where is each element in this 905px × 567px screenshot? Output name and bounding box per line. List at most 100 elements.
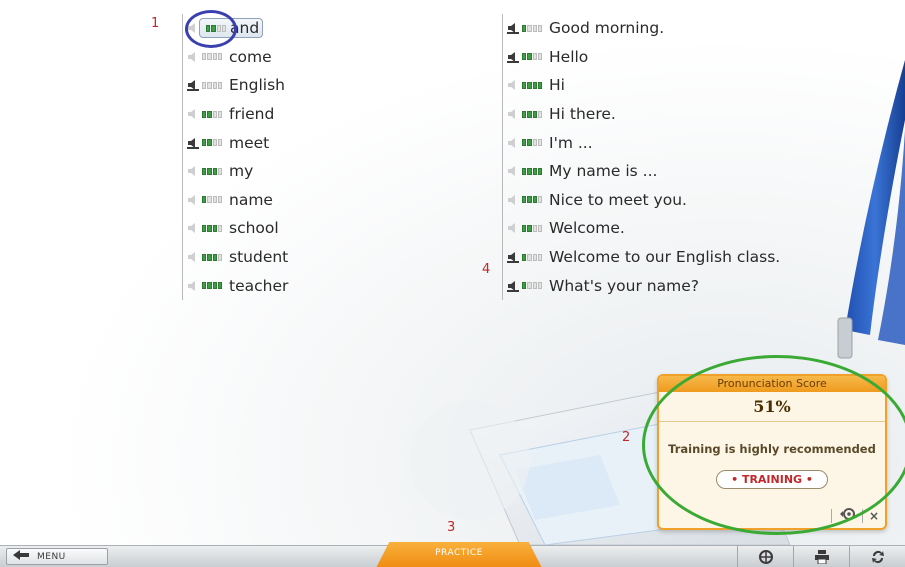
speaker-icon[interactable] — [507, 79, 519, 91]
speaker-icon[interactable] — [187, 79, 199, 92]
speaker-icon[interactable] — [507, 51, 519, 63]
level-meter-icon — [202, 253, 222, 261]
level-bar — [537, 196, 542, 204]
close-icon[interactable]: × — [869, 509, 879, 523]
speaker-icon[interactable] — [187, 194, 199, 206]
word-text[interactable]: meet — [229, 134, 269, 152]
phrase-row[interactable]: What's your name? — [507, 271, 780, 300]
speaker-icon[interactable] — [187, 165, 199, 177]
phrase-text[interactable]: Nice to meet you. — [549, 191, 687, 209]
level-bar — [522, 167, 527, 175]
word-text[interactable]: school — [229, 219, 279, 237]
level-bar — [207, 110, 212, 118]
word-text[interactable]: student — [229, 248, 288, 266]
speaker-icon[interactable] — [187, 51, 199, 63]
practice-tab[interactable]: PRACTICE — [376, 542, 542, 567]
word-text[interactable]: my — [229, 162, 253, 180]
level-bar — [537, 81, 542, 89]
level-bar — [537, 224, 542, 232]
phrase-text[interactable]: Hello — [549, 48, 588, 66]
speaker-icon[interactable] — [507, 165, 519, 177]
speaker-icon[interactable] — [507, 222, 519, 234]
phrase-text[interactable]: What's your name? — [549, 277, 699, 295]
word-row[interactable]: school — [187, 214, 288, 243]
speaker-icon[interactable] — [187, 108, 199, 120]
word-text[interactable]: English — [229, 76, 285, 94]
speaker-icon[interactable] — [187, 137, 199, 149]
speaker-icon[interactable] — [507, 251, 519, 264]
print-button[interactable] — [793, 546, 849, 567]
level-bar — [202, 167, 207, 175]
speaker-icon[interactable] — [507, 22, 519, 35]
refresh-button[interactable] — [849, 546, 905, 567]
phrase-text[interactable]: Good morning. — [549, 19, 664, 37]
phrase-text[interactable]: Welcome to our English class. — [549, 248, 780, 266]
speaker-icon[interactable] — [507, 108, 519, 120]
level-bar — [527, 139, 532, 147]
level-bar — [522, 224, 527, 232]
phrase-text[interactable]: Welcome. — [549, 219, 625, 237]
word-row[interactable]: friend — [187, 100, 288, 129]
level-meter-icon — [522, 196, 542, 204]
speaker-icon[interactable] — [507, 280, 519, 292]
word-row[interactable]: meet — [187, 128, 288, 157]
level-meter-icon — [202, 110, 222, 118]
level-bar — [522, 110, 527, 118]
phrase-row[interactable]: I'm ... — [507, 128, 780, 157]
word-text[interactable]: teacher — [229, 277, 288, 295]
phrase-text[interactable]: Hi there. — [549, 105, 616, 123]
level-bar — [217, 224, 222, 232]
word-text[interactable]: friend — [229, 105, 274, 123]
word-row[interactable]: teacher — [187, 271, 288, 300]
level-bar — [527, 110, 532, 118]
menu-button[interactable]: MENU — [6, 548, 108, 565]
speaker-icon[interactable] — [507, 194, 519, 206]
printer-icon — [814, 550, 829, 564]
level-meter-icon — [522, 224, 542, 232]
level-meter-icon — [522, 167, 542, 175]
phrase-row[interactable]: Welcome. — [507, 214, 780, 243]
level-bar — [207, 139, 212, 147]
phrase-text[interactable]: I'm ... — [549, 134, 593, 152]
level-bar — [217, 167, 222, 175]
level-bar — [527, 167, 532, 175]
speaker-icon[interactable] — [187, 222, 199, 234]
word-row[interactable]: student — [187, 243, 288, 272]
level-bar — [202, 139, 207, 147]
level-bar — [202, 253, 207, 261]
speaker-icon[interactable] — [187, 251, 199, 263]
speaker-icon[interactable] — [507, 137, 519, 149]
level-bar — [207, 53, 212, 61]
practice-stage: 1 4 2 3 and come English friend meet my name sc… — [0, 0, 905, 545]
practice-label: PRACTICE — [435, 548, 483, 558]
phrase-row[interactable]: Hello — [507, 43, 780, 72]
word-text[interactable]: come — [229, 48, 272, 66]
word-row[interactable]: my — [187, 157, 288, 186]
phrase-text[interactable]: Hi — [549, 76, 565, 94]
level-bar — [522, 282, 527, 290]
phrase-row[interactable]: Nice to meet you. — [507, 186, 780, 215]
level-bar — [522, 53, 527, 61]
level-bar — [527, 196, 532, 204]
word-row[interactable]: English — [187, 71, 288, 100]
word-row[interactable]: name — [187, 186, 288, 215]
level-bar — [537, 282, 542, 290]
phrase-text[interactable]: My name is ... — [549, 162, 657, 180]
level-bar — [202, 81, 207, 89]
highlight-ellipse — [642, 355, 905, 535]
phrase-row[interactable]: Good morning. — [507, 14, 780, 43]
phrase-row[interactable]: My name is ... — [507, 157, 780, 186]
phrase-row[interactable]: Hi there. — [507, 100, 780, 129]
phrase-row[interactable]: Hi — [507, 71, 780, 100]
level-bar — [532, 253, 537, 261]
level-bar — [202, 196, 207, 204]
level-bar — [522, 196, 527, 204]
word-text[interactable]: name — [229, 191, 273, 209]
globe-button[interactable] — [737, 546, 793, 567]
phrase-row[interactable]: Welcome to our English class. — [507, 243, 780, 272]
level-bar — [212, 53, 217, 61]
level-bar — [532, 196, 537, 204]
level-meter-icon — [202, 53, 222, 61]
speaker-icon[interactable] — [187, 280, 199, 292]
level-meter-icon — [522, 24, 542, 32]
